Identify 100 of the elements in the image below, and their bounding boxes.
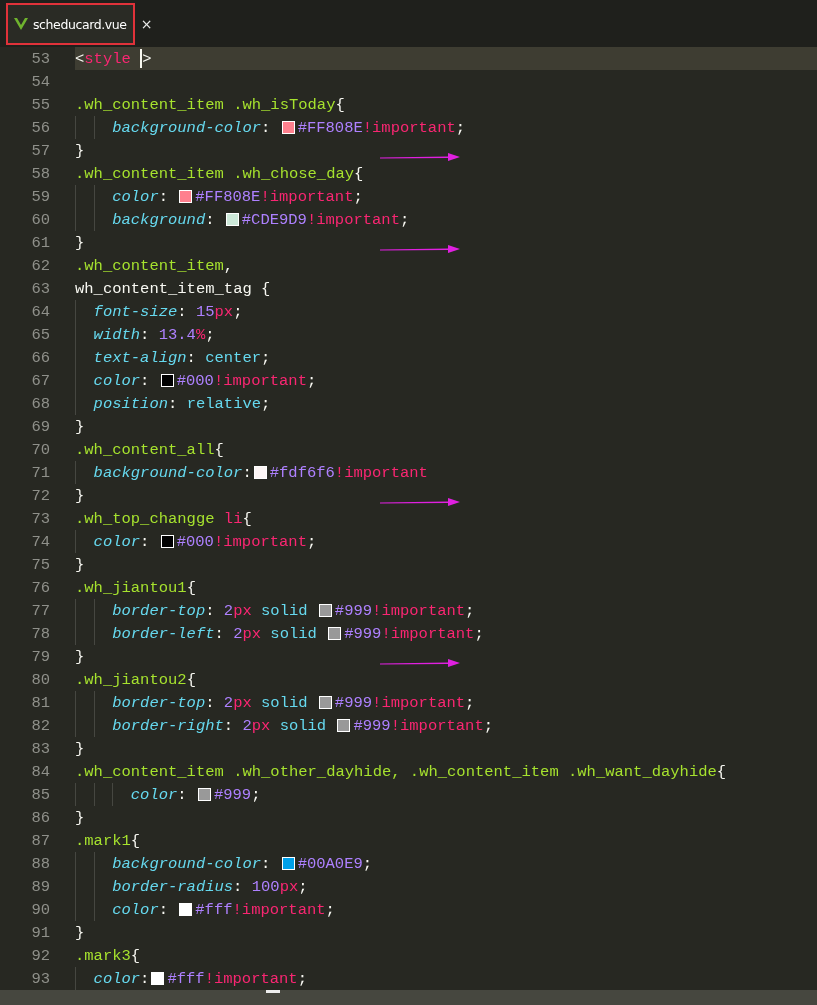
code-punctuation: ; [298,877,308,896]
css-keyword: !important [204,969,298,988]
line-number: 75 [30,555,50,574]
code-punctuation: : [261,854,272,873]
tab-title: scheducard.vue [33,16,127,32]
code-punctuation: { [716,762,727,781]
code-punctuation: < [75,49,85,68]
editor-tab[interactable]: scheducard.vue [8,5,133,43]
code-punctuation: { [130,946,141,965]
code-punctuation: ; [297,969,307,988]
css-property: position [93,394,168,413]
code-punctuation: > [142,49,152,68]
css-property: color [112,187,159,206]
css-value: 2 [242,716,252,735]
css-value: #000 [176,371,214,390]
horizontal-scrollbar[interactable] [0,990,817,1005]
line-number: 55 [30,95,50,114]
css-value: #FF808E [195,187,261,206]
code-punctuation: ; [251,785,261,804]
code-punctuation: ; [353,187,363,206]
css-keyword: !important [232,900,326,919]
html-tag-name: style [84,49,131,68]
css-value: #999 [353,716,391,735]
code-punctuation: } [75,647,85,666]
css-value: #fff [167,969,205,988]
code-punctuation: } [75,141,85,160]
css-keyword: px [242,624,262,643]
line-number: 68 [30,394,50,413]
css-value: center [205,348,262,367]
css-keyword: !important [213,371,307,390]
code-punctuation: } [75,923,85,942]
css-property: border-right [112,716,224,735]
line-number: 59 [30,187,50,206]
css-property: color [112,900,159,919]
css-value: #999 [344,624,382,643]
css-property: color [130,785,178,804]
line-number: 58 [30,164,50,183]
css-property: background-color [112,854,261,873]
css-keyword: !important [372,601,466,620]
line-number: 78 [30,624,50,643]
line-number: 72 [30,486,50,505]
line-number: 83 [30,739,50,758]
css-property: color [93,371,141,390]
css-value: solid [260,601,309,620]
line-number: 88 [30,854,50,873]
code-punctuation: { [335,95,345,114]
line-number: 60 [30,210,50,229]
css-selector: .mark1 [75,831,131,850]
code-punctuation: : [223,716,235,735]
line-number: 70 [30,440,50,459]
code-punctuation: : [140,532,151,551]
file-type-icon [14,18,28,30]
code-punctuation: { [186,670,196,689]
code-punctuation: : [140,969,150,988]
css-keyword: !important [362,118,456,137]
css-selector: .wh_content_all [75,440,215,459]
code-punctuation: : [233,877,244,896]
code-punctuation: } [75,808,85,827]
css-keyword: px [251,716,271,735]
css-value: 15 [195,302,215,321]
css-value: #fdf6f6 [269,463,335,482]
css-value: 2 [233,624,243,643]
code-punctuation: : [214,624,225,643]
css-value: relative [186,394,262,413]
css-value: #FF808E [297,118,363,137]
code-punctuation: : [261,118,272,137]
line-number: 77 [30,601,50,620]
css-keyword: px [214,302,234,321]
code-punctuation: } [75,486,85,505]
code-punctuation: : [205,601,216,620]
code-punctuation: ; [465,693,475,712]
code-punctuation: { [186,578,196,597]
css-selector: .wh_jiantou1 [75,578,187,597]
line-number: 89 [30,877,50,896]
line-number: 65 [30,325,50,344]
css-property: font-size [93,302,178,321]
line-number: 56 [30,118,50,137]
css-value: solid [278,716,328,735]
css-value: #999 [334,693,373,712]
code-punctuation: ; [261,394,271,413]
code-punctuation: { [354,164,364,183]
code-punctuation: ; [399,210,410,229]
line-number: 76 [30,578,50,597]
line-number: 64 [30,302,50,321]
code-punctuation: ; [483,716,493,735]
close-icon[interactable]: × [140,16,153,32]
css-value: 13.4 [158,325,196,344]
code-punctuation: : [186,348,197,367]
code-punctuation: : [158,187,169,206]
line-number: 57 [30,141,50,160]
line-number: 73 [30,509,50,528]
css-keyword: !important [334,463,428,482]
line-number: 61 [30,233,50,252]
css-selector: .wh_content_item .wh_other_dayhide, .wh_content_item .wh_want_dayhide [75,762,717,781]
line-number: 92 [30,946,50,965]
code-punctuation: } [75,417,85,436]
code-punctuation: : [242,463,252,482]
css-value: solid [260,693,309,712]
css-value: 2 [223,601,234,620]
line-number: 81 [30,693,50,712]
